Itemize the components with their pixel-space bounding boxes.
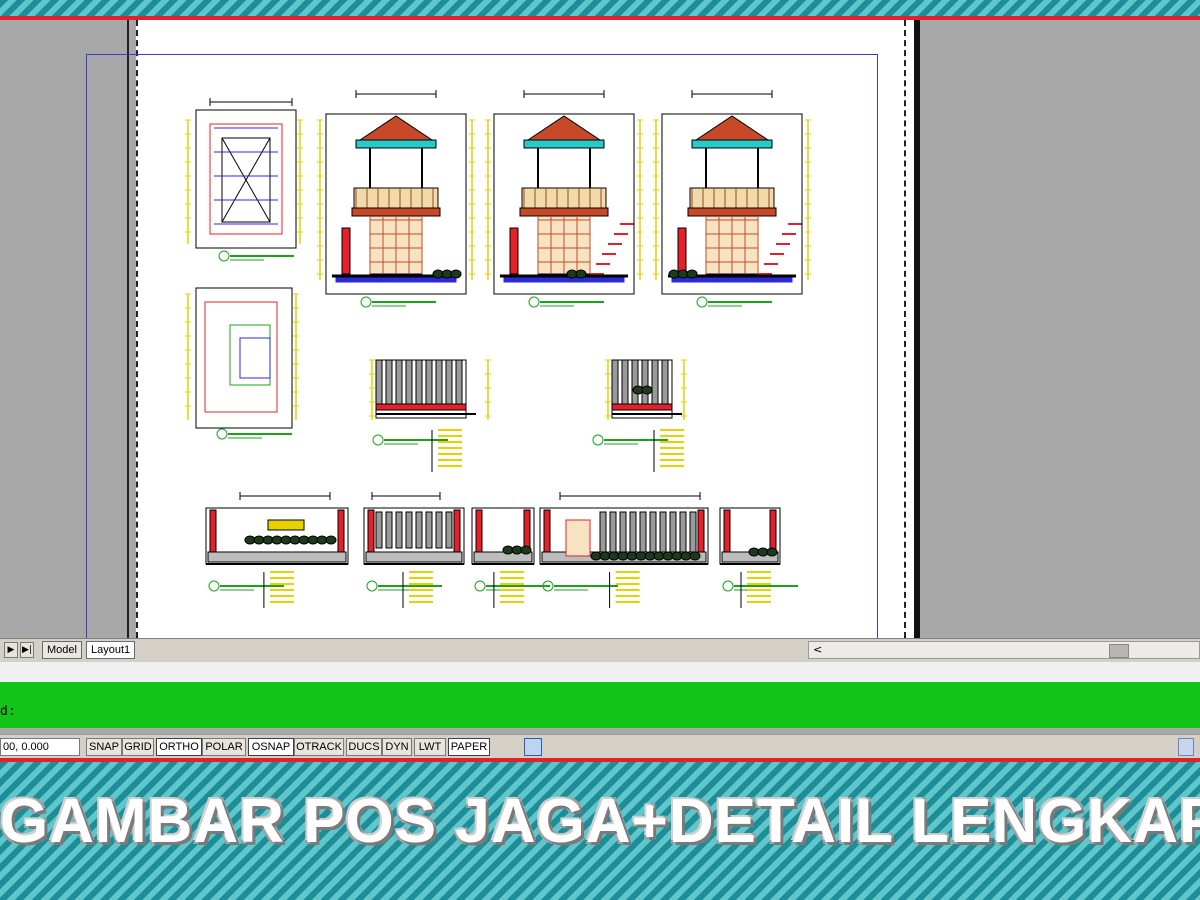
dyn-toggle[interactable]: DYN: [382, 738, 412, 756]
paper-toggle[interactable]: PAPER: [448, 738, 490, 756]
command-history: [0, 662, 1200, 683]
viewport-maximize-icon[interactable]: [524, 738, 542, 756]
scroll-thumb[interactable]: [1109, 644, 1129, 658]
osnap-toggle[interactable]: OSNAP: [248, 738, 294, 756]
status-bar: 00, 0.000 SNAP GRID ORTHO POLAR OSNAP OT…: [0, 734, 1200, 758]
horizontal-scrollbar[interactable]: <: [808, 641, 1200, 659]
tab-layout1[interactable]: Layout1: [86, 641, 136, 659]
polar-toggle[interactable]: POLAR: [202, 738, 246, 756]
ortho-toggle[interactable]: ORTHO: [156, 738, 202, 756]
command-line[interactable]: d:: [0, 682, 1200, 728]
top-banner: [0, 0, 1200, 16]
ducs-toggle[interactable]: DUCS: [346, 738, 382, 756]
grid-toggle[interactable]: GRID: [122, 738, 154, 756]
lwt-toggle[interactable]: LWT: [414, 738, 446, 756]
cad-window: ▶ ▶| Model Layout1 < d: 00, 0.000 SNAP G…: [0, 20, 1200, 758]
tray-settings-icon[interactable]: [1178, 738, 1194, 756]
banner-title: GAMBAR POS JAGA+DETAIL LENGKAP: [0, 787, 1200, 856]
otrack-toggle[interactable]: OTRACK: [294, 738, 344, 756]
tab-last-icon[interactable]: ▶|: [20, 642, 34, 658]
tab-model[interactable]: Model: [42, 641, 82, 659]
coordinate-readout: 00, 0.000: [0, 738, 80, 756]
command-prompt: d:: [0, 704, 16, 719]
drawing-sheets: [185, 90, 811, 608]
scroll-left-icon[interactable]: <: [813, 642, 822, 658]
tab-next-icon[interactable]: ▶: [4, 642, 18, 658]
drawing-canvas[interactable]: [0, 20, 1200, 638]
layout-tab-bar: ▶ ▶| Model Layout1 <: [0, 638, 1200, 662]
snap-toggle[interactable]: SNAP: [86, 738, 122, 756]
